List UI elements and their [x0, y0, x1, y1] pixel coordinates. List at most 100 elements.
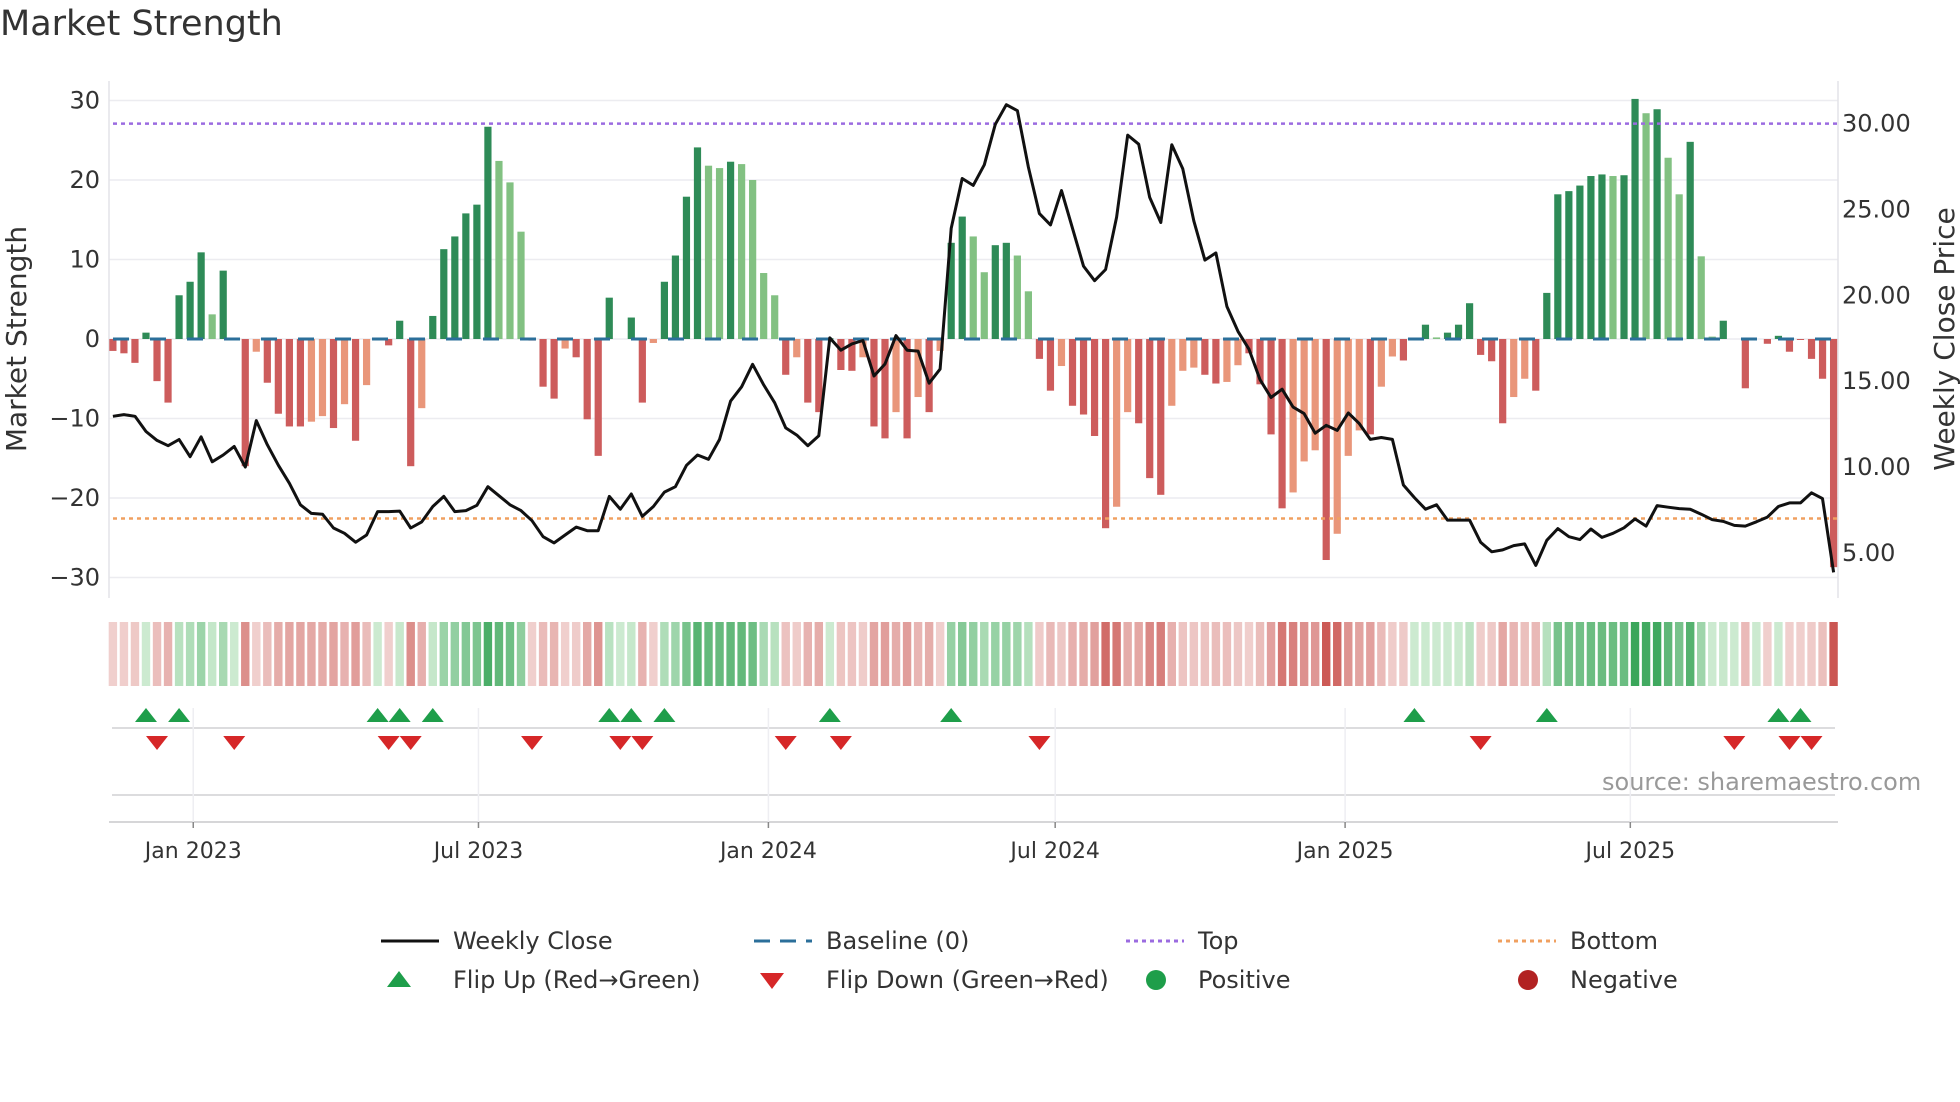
negative-bar [649, 339, 657, 343]
strength-strip-cell [373, 622, 382, 686]
x-tick-label: Jan 2025 [1295, 839, 1394, 864]
negative-bar [1124, 339, 1132, 413]
strength-strip-cell [1443, 622, 1452, 686]
y-left-tick-label: 30 [69, 87, 100, 115]
y-right-tick-label: 5.00 [1842, 539, 1895, 567]
positive-bar [1576, 185, 1584, 339]
strength-strip-cell [527, 622, 537, 686]
positive-bar [738, 164, 746, 339]
positive-bar [991, 245, 999, 339]
positive-bar [396, 320, 404, 339]
flip-down-marker [1028, 736, 1051, 750]
negative-bar [1068, 339, 1077, 406]
flip-up-marker [388, 708, 411, 722]
negative-bar [1510, 339, 1518, 398]
strength-strip-cell [1785, 622, 1794, 686]
strength-strip-cell [560, 622, 570, 686]
flip-up-marker [1767, 708, 1790, 722]
negative-bar [1807, 339, 1816, 359]
strength-strip-cell [737, 622, 746, 686]
flip-up-marker [1403, 708, 1426, 722]
negative-bar [1146, 339, 1154, 479]
strength-strip-cell [1652, 622, 1662, 686]
strength-strip-cell [1708, 622, 1717, 686]
strength-strip-cell [616, 622, 625, 686]
strength-strip-cell [1399, 622, 1408, 686]
flip-up-marker [1535, 708, 1558, 722]
positive-bar [605, 297, 613, 339]
strength-strip-cell [781, 622, 790, 686]
strength-strip-cell [1310, 622, 1320, 686]
strength-strip-cell [1057, 622, 1066, 686]
y-left-tick-label: 20 [69, 166, 100, 194]
strength-strip-cell [836, 622, 846, 686]
negative-bar [793, 339, 801, 358]
positive-bar [462, 213, 470, 339]
strength-strip-cell [516, 622, 526, 686]
x-tick-label: Jul 2025 [1584, 839, 1676, 864]
positive-bar [440, 249, 448, 339]
strength-strip-cell [1344, 622, 1353, 686]
negative-bar [892, 339, 900, 413]
strength-strip-cell [384, 622, 393, 686]
negative-bar [1322, 339, 1330, 561]
strength-strip-cell [219, 622, 228, 686]
strength-strip-cell [1211, 622, 1221, 686]
positive-bar [197, 252, 205, 339]
negative-bar [120, 339, 128, 354]
strength-strip-cell [505, 622, 515, 686]
negative-bar [539, 339, 547, 387]
negative-bar [1168, 339, 1176, 406]
negative-bar [153, 339, 161, 382]
positive-bar [495, 160, 503, 339]
flip-down-marker [829, 736, 852, 750]
negative-bar [1344, 339, 1352, 456]
strength-strip-cell [1112, 622, 1121, 686]
positive-bar [208, 314, 216, 339]
strength-strip-cell [770, 622, 779, 686]
strength-strip-cell [1663, 622, 1673, 686]
strength-strip-cell [1741, 622, 1750, 686]
positive-bar [1719, 320, 1727, 339]
strength-strip-cell [1674, 622, 1684, 686]
flip-up-marker [366, 708, 389, 722]
strength-strip-cell [174, 622, 184, 686]
strength-strip-cell [980, 622, 989, 686]
strength-strip-cell [1829, 622, 1838, 686]
flip-down-marker [774, 736, 797, 750]
flip-up-marker [421, 708, 444, 722]
strength-strip-cell [1465, 622, 1474, 686]
negative-bar [252, 339, 260, 352]
strength-strip-cell [1266, 622, 1276, 686]
y-right-tick-label: 15.00 [1842, 367, 1911, 395]
strength-strip-cell [1807, 622, 1816, 686]
positive-bar [682, 196, 691, 339]
positive-bar [1554, 194, 1562, 339]
y-right-tick-label: 20.00 [1842, 281, 1911, 309]
strength-strip-cell [1377, 622, 1386, 686]
positive-bar [1609, 176, 1617, 339]
negative-bar [572, 339, 580, 358]
negative-bar [1477, 339, 1485, 355]
positive-bar [704, 165, 713, 339]
negative-bar [109, 339, 117, 351]
negative-bar [418, 339, 426, 409]
strength-strip-cell [395, 622, 404, 686]
strength-strip-cell [1421, 622, 1430, 686]
strength-strip-cell [119, 622, 129, 686]
negative-bar [164, 339, 172, 403]
strength-strip-cell [1719, 622, 1728, 686]
positive-bar [175, 295, 183, 339]
negative-bar [1741, 339, 1749, 389]
y-left-tick-label: 10 [69, 246, 100, 274]
positive-bar [726, 161, 735, 339]
flip-up-marker [598, 708, 621, 722]
strength-strip-cell [130, 622, 140, 686]
strength-strip-cell [891, 622, 901, 686]
strength-strip-cell [1575, 622, 1585, 686]
negative-bar [1201, 339, 1209, 375]
x-tick-label: Jul 2024 [1008, 839, 1100, 864]
negative-bar [1113, 339, 1121, 507]
positive-bar [219, 270, 227, 339]
negative-bar [1796, 339, 1805, 340]
